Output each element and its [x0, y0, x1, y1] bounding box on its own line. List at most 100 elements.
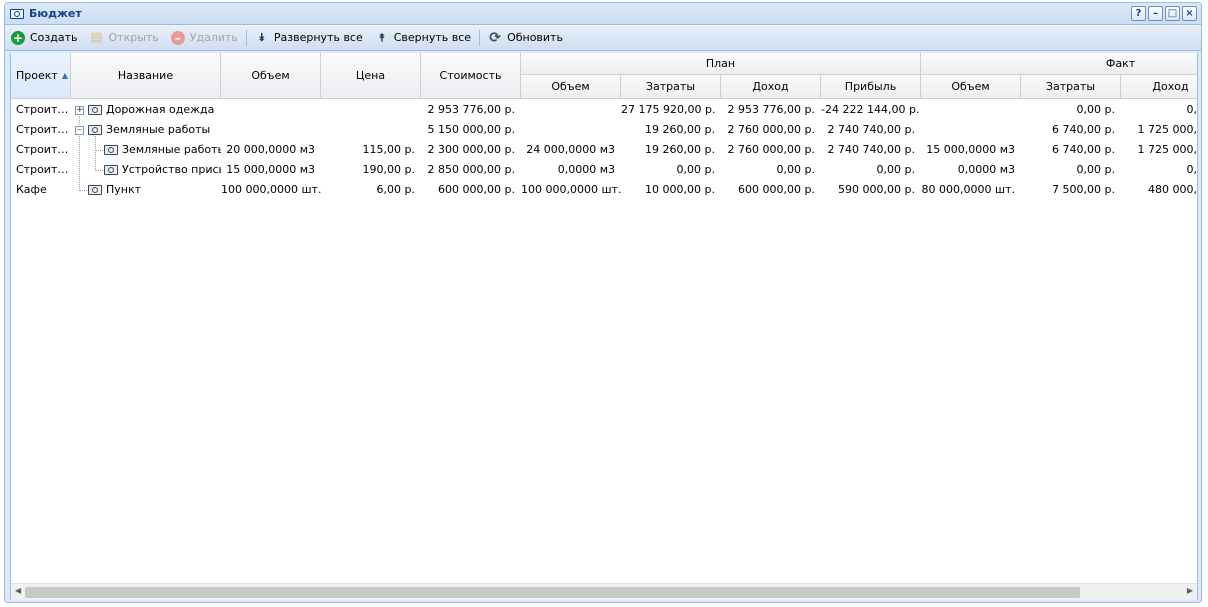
refresh-button[interactable]: ⟳ Обновить: [488, 31, 563, 45]
cell-fact-volume: 80 000,0000 шт.: [921, 183, 1015, 196]
cell-fact-volume: [921, 100, 1021, 120]
window-titlebar[interactable]: Бюджет ? – □ ×: [5, 3, 1201, 25]
column-header-project-label: Проект: [16, 69, 58, 82]
cell-plan-profit: 2 740 740,00 р.: [827, 123, 915, 136]
table-row[interactable]: Строит… – Земляные работы 5 150 000,00 р…: [11, 120, 1197, 140]
column-group-plan: План: [521, 53, 921, 75]
scroll-left-icon[interactable]: ◀: [15, 586, 21, 595]
column-header-fact-income[interactable]: Доход: [1121, 75, 1197, 98]
minimize-button[interactable]: –: [1148, 6, 1163, 21]
budget-grid: Проект ▲ Название Объем Цена Стоимость П…: [10, 53, 1198, 600]
column-header-plan-income[interactable]: Доход: [721, 75, 821, 98]
cell-volume: [221, 120, 321, 140]
create-label: Создать: [30, 31, 78, 44]
sort-ascending-icon: ▲: [61, 71, 68, 80]
double-chevron-up-icon: ⯭: [378, 31, 386, 44]
cell-project: Кафе: [16, 183, 47, 196]
maximize-button[interactable]: □: [1165, 6, 1180, 21]
cell-price: 190,00 р.: [362, 163, 415, 176]
table-row[interactable]: Строит… + Дорожная одежда 2 953 776,00 р…: [11, 100, 1198, 120]
cell-fact-income: 0,00: [1186, 103, 1198, 116]
cell-price: 6,00 р.: [376, 183, 415, 196]
cell-plan-profit: 0,00 р.: [876, 163, 915, 176]
cell-plan-profit: 590 000,00 р.: [838, 183, 915, 196]
cell-plan-profit: 2 740 740,00 р.: [827, 143, 915, 156]
cell-plan-income: 2 953 776,00 р.: [727, 103, 815, 116]
column-header-plan-profit[interactable]: Прибыль: [821, 75, 921, 98]
table-row[interactable]: Строит… Устройство присы 15 000,0000 м3 …: [11, 160, 1198, 180]
cell-plan-volume: [521, 120, 621, 140]
cell-name: Дорожная одежда: [106, 103, 215, 116]
column-header-project[interactable]: Проект ▲: [11, 53, 71, 98]
window-title: Бюджет: [29, 7, 82, 20]
cell-fact-volume: 15 000,0000 м3: [926, 143, 1015, 156]
cell-project: Строит…: [16, 123, 69, 136]
cell-plan-income: 2 760 000,00 р.: [727, 143, 815, 156]
horizontal-scrollbar[interactable]: ◀ ▶: [11, 583, 1197, 600]
cell-plan-income: 0,00 р.: [776, 163, 815, 176]
help-button[interactable]: ?: [1131, 6, 1146, 21]
column-header-fact-costs[interactable]: Затраты: [1021, 75, 1121, 98]
refresh-label: Обновить: [507, 31, 563, 44]
column-header-volume[interactable]: Объем: [221, 53, 321, 98]
cell-plan-costs: 27 175 920,00 р.: [621, 103, 716, 116]
money-icon: [88, 105, 102, 115]
column-header-plan-costs[interactable]: Затраты: [621, 75, 721, 98]
open-label: Открыть: [108, 31, 159, 44]
column-header-fact-volume[interactable]: Объем: [921, 75, 1021, 98]
cell-volume: 20 000,0000 м3: [226, 143, 315, 156]
cell-plan-volume: [521, 100, 621, 120]
create-button[interactable]: + Создать: [11, 30, 78, 45]
cell-name: Земляные работы: [122, 143, 221, 156]
grid-header: Проект ▲ Название Объем Цена Стоимость П…: [11, 53, 1197, 99]
plus-circle-icon: +: [11, 30, 25, 45]
cell-fact-costs: 6 740,00 р.: [1052, 123, 1115, 136]
cell-cost: 2 953 776,00 р.: [427, 103, 515, 116]
table-row[interactable]: Кафе Пункт 100 000,0000 шт. 6,00 р. 600 …: [11, 180, 1197, 200]
column-header-plan-volume[interactable]: Объем: [521, 75, 621, 98]
document-icon: ▤: [90, 30, 103, 45]
cell-cost: 5 150 000,00 р.: [427, 123, 515, 136]
cell-plan-costs: 10 000,00 р.: [645, 183, 715, 196]
double-chevron-down-icon: ⯯: [258, 31, 266, 44]
cell-cost: 600 000,00 р.: [438, 183, 515, 196]
column-header-name[interactable]: Название: [71, 53, 221, 98]
expand-all-label: Развернуть все: [273, 31, 363, 44]
cell-plan-profit: -24 222 144,00 р.: [821, 103, 920, 116]
toolbar: + Создать ▤ Открыть – Удалить ⯯ Разверну…: [5, 25, 1201, 51]
cell-plan-costs: 0,00 р.: [676, 163, 715, 176]
close-button[interactable]: ×: [1182, 6, 1197, 21]
cell-fact-income: 1 725 000,00: [1137, 123, 1197, 136]
cell-fact-costs: 7 500,00 р.: [1052, 183, 1115, 196]
money-icon: [104, 145, 118, 155]
cell-fact-volume: [921, 120, 1021, 140]
cell-volume: 100 000,0000 шт.: [221, 183, 321, 196]
cell-plan-volume: 24 000,0000 м3: [526, 143, 615, 156]
money-icon: [10, 8, 24, 19]
expand-all-button[interactable]: ⯯ Развернуть все: [255, 31, 363, 45]
cell-fact-costs: 0,00 р.: [1076, 163, 1115, 176]
collapse-toggle-icon[interactable]: –: [75, 126, 84, 135]
scrollbar-thumb[interactable]: [25, 587, 1080, 598]
collapse-all-button[interactable]: ⯭ Свернуть все: [375, 31, 471, 45]
toolbar-separator: [245, 29, 247, 46]
cell-fact-income: 0,00: [1186, 163, 1198, 176]
column-header-cost[interactable]: Стоимость: [421, 53, 521, 98]
expand-toggle-icon[interactable]: +: [75, 106, 84, 115]
cell-plan-volume: 0,0000 м3: [557, 163, 615, 176]
minus-circle-icon: –: [170, 30, 185, 45]
collapse-all-label: Свернуть все: [393, 31, 472, 44]
refresh-icon: ⟳: [489, 29, 501, 46]
delete-button[interactable]: – Удалить: [170, 30, 238, 45]
budget-window: Бюджет ? – □ × + Создать ▤ Открыть – Уда…: [4, 2, 1202, 603]
cell-volume: [221, 100, 321, 120]
cell-name: Пункт: [106, 183, 142, 196]
column-header-price[interactable]: Цена: [321, 53, 421, 98]
money-icon: [88, 125, 102, 135]
table-row[interactable]: Строит… Земляные работы 20 000,0000 м3 1…: [11, 140, 1197, 160]
scroll-right-icon[interactable]: ▶: [1187, 586, 1193, 595]
cell-project: Строит…: [16, 163, 69, 176]
cell-plan-income: 600 000,00 р.: [738, 183, 815, 196]
open-button[interactable]: ▤ Открыть: [90, 30, 159, 45]
cell-price: 115,00 р.: [362, 143, 415, 156]
